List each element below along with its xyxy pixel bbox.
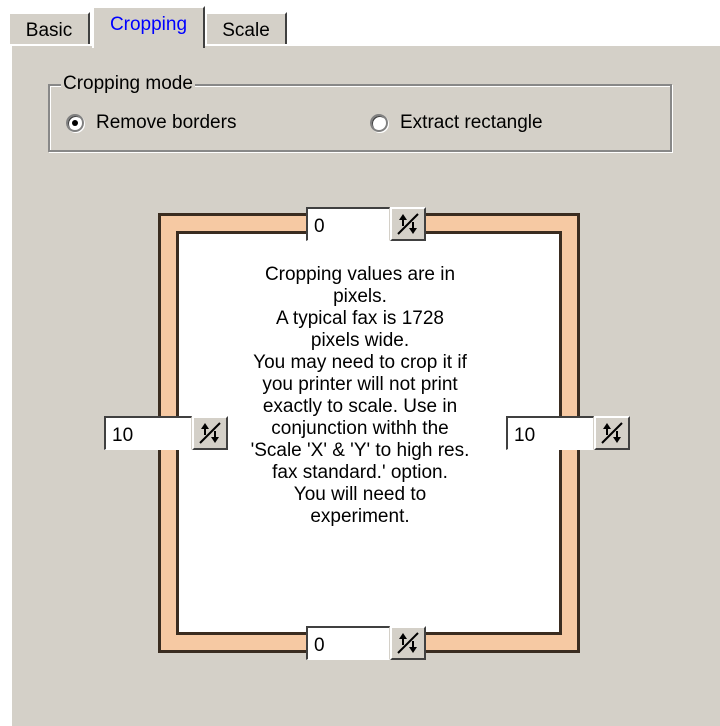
info-line: pixels. [333, 286, 387, 307]
tab-scale[interactable]: Scale [205, 12, 287, 46]
info-line: You may need to crop it if [253, 352, 467, 373]
info-line: pixels wide. [310, 330, 410, 351]
remove-borders-radio[interactable]: Remove borders [66, 112, 236, 134]
remove-borders-label: Remove borders [96, 112, 237, 133]
info-line: exactly to scale. Use in [262, 396, 458, 417]
info-line: You will need to [293, 484, 427, 505]
up-down-arrows-icon [397, 632, 419, 654]
up-down-arrows-icon [397, 213, 419, 235]
left-crop-input[interactable] [104, 416, 192, 450]
info-line: 'Scale 'X' & 'Y' to high res. [250, 440, 470, 461]
extract-rectangle-radio[interactable]: Extract rectangle [370, 112, 543, 134]
info-line: A typical fax is 1728 [276, 308, 444, 329]
tab-bar: Basic Cropping Scale [0, 0, 720, 48]
up-down-arrows-icon [199, 422, 221, 444]
right-crop-spinner [506, 416, 630, 450]
right-crop-input[interactable] [506, 416, 594, 450]
radio-unselected-icon [370, 114, 388, 132]
info-line: Cropping values are in [264, 264, 456, 285]
top-crop-input[interactable] [306, 207, 390, 241]
left-crop-spinner [104, 416, 228, 450]
info-line: experiment. [310, 506, 410, 527]
right-crop-spin-button[interactable] [594, 416, 630, 450]
tab-basic[interactable]: Basic [8, 12, 90, 46]
bottom-crop-input[interactable] [306, 626, 390, 660]
up-down-arrows-icon [601, 422, 623, 444]
bottom-crop-spinner [306, 626, 426, 660]
top-crop-spin-button[interactable] [390, 207, 426, 241]
top-crop-spinner [306, 207, 426, 241]
bottom-crop-spin-button[interactable] [390, 626, 426, 660]
info-line: conjunction withh the [271, 418, 449, 439]
extract-rectangle-label: Extract rectangle [400, 112, 543, 133]
info-line: you printer will not print [262, 374, 458, 395]
radio-selected-icon [66, 114, 84, 132]
cropping-mode-title: Cropping mode [61, 73, 195, 94]
tab-cropping[interactable]: Cropping [92, 6, 205, 48]
cropping-info-text: Cropping values are in pixels. A typical… [240, 264, 480, 528]
left-crop-spin-button[interactable] [192, 416, 228, 450]
info-line: fax standard.' option. [272, 462, 448, 483]
